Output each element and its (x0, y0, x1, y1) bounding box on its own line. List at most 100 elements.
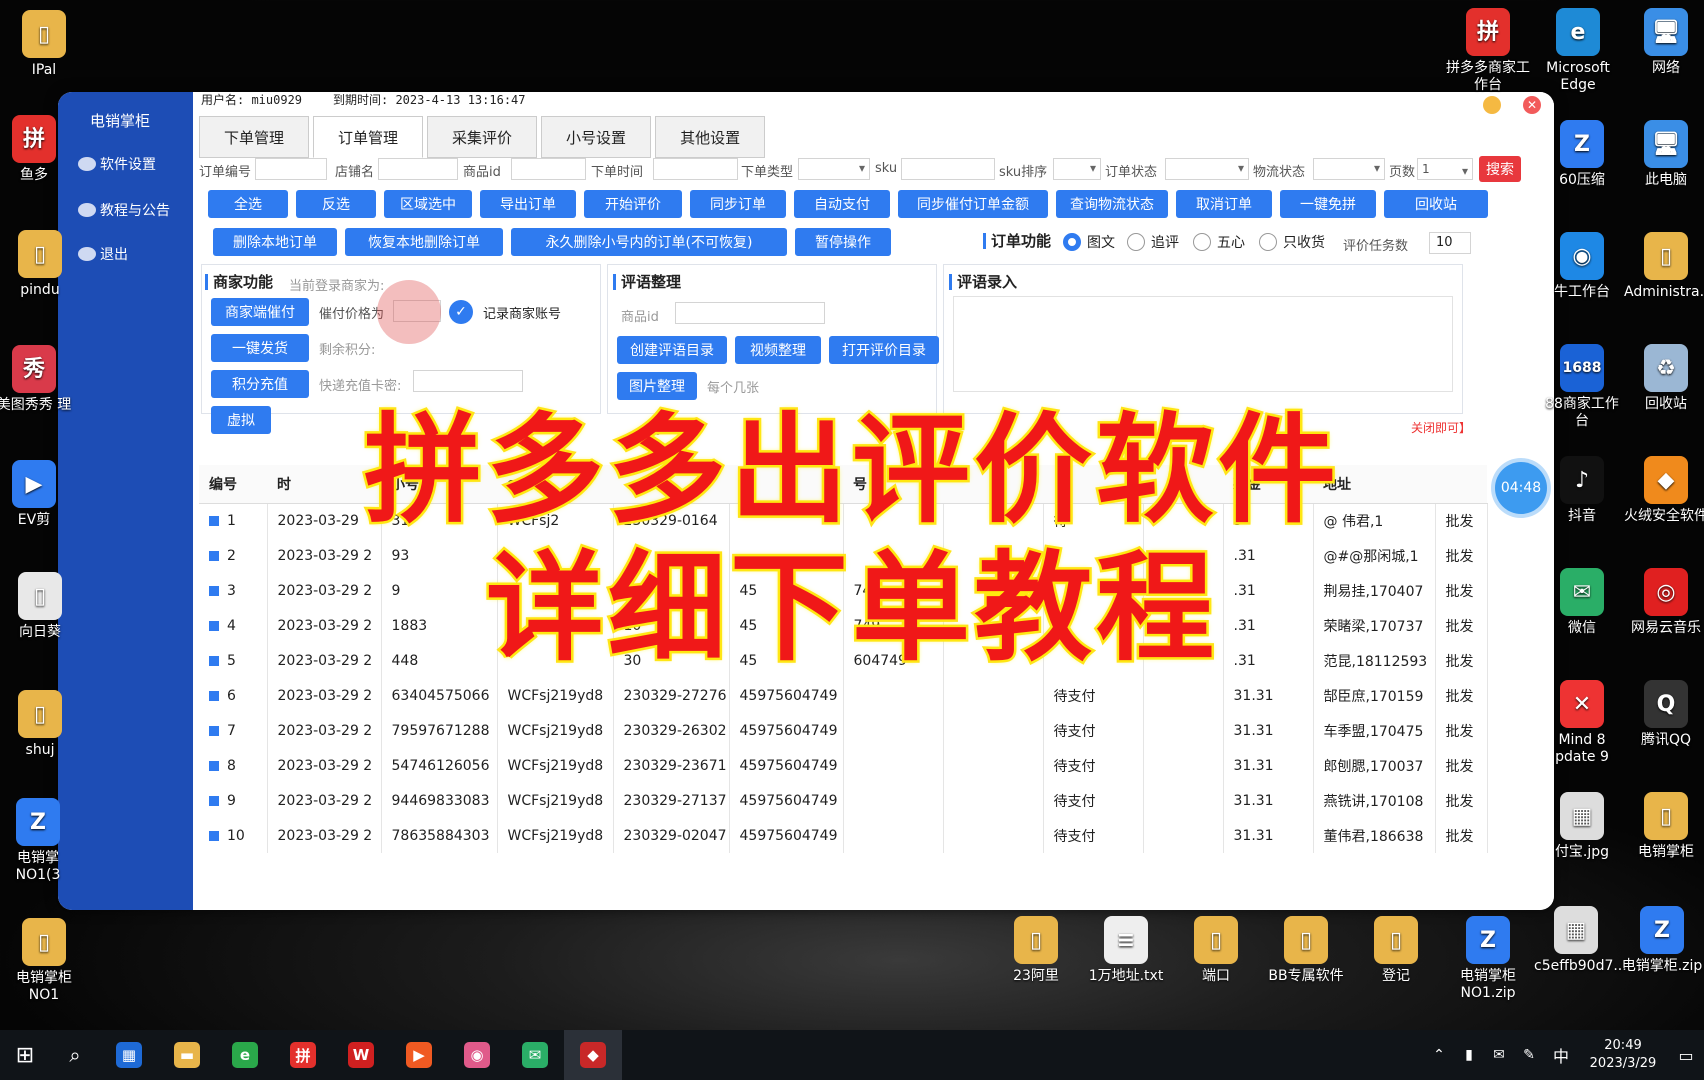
tab-other[interactable]: 其他设置 (655, 116, 766, 158)
chevron-up-icon[interactable]: ⌃ (1424, 1030, 1454, 1080)
desktop-icon[interactable]: Z 电销掌 NO1(3 (0, 798, 80, 884)
select-all-button[interactable]: 全选 (208, 190, 288, 218)
pen-icon[interactable]: ✎ (1514, 1030, 1544, 1080)
start-button[interactable]: ⊞ (0, 1030, 50, 1080)
search-icon[interactable]: ⌕ (50, 1030, 100, 1080)
desktop-icon[interactable]: ▯ Administra... (1624, 232, 1704, 301)
tab-collect-review[interactable]: 采集评价 (427, 116, 538, 158)
desktop-icon[interactable]: ✕ Mind 8 pdate 9 (1540, 680, 1624, 766)
table-row[interactable]: 7 2023-03-29 2 79597671288 WCFsj219yd8 23032… (199, 713, 1488, 748)
desktop-icon[interactable]: ▦ c5effb90d7... (1534, 906, 1627, 975)
desktop-icon[interactable]: ▯ shuj (0, 690, 82, 759)
desktop-icon[interactable]: ▯ pindu (0, 230, 82, 299)
one-click-ship-button[interactable]: 一键发货 (211, 334, 309, 362)
taskbar-app-wechat[interactable]: ✉ (506, 1030, 564, 1080)
row-checkbox[interactable] (209, 795, 219, 806)
desktop-icon[interactable]: 1688 88商家工作台 (1540, 344, 1624, 430)
wechat-tray-icon[interactable]: ✉ (1484, 1030, 1514, 1080)
table-row[interactable]: 9 2023-03-29 2 94469833083 WCFsj219yd8 23032… (199, 783, 1488, 818)
desktop-icon[interactable]: Z 电销掌柜.zip (1620, 906, 1704, 975)
pages-select[interactable]: 1 (1417, 158, 1473, 181)
pause-button[interactable]: 暂停操作 (795, 228, 891, 256)
permanent-delete-button[interactable]: 永久删除小号内的订单(不可恢复) (511, 228, 787, 256)
desktop-icon[interactable]: ♪ 抖音 (1540, 456, 1624, 525)
merchant-urge-button[interactable]: 商家端催付 (211, 298, 309, 326)
radio-image-text[interactable]: 图文 (1063, 232, 1115, 252)
order-status-select[interactable] (1165, 158, 1249, 180)
order-type-select[interactable] (798, 158, 870, 180)
check-icon[interactable]: ✓ (449, 300, 473, 324)
taskbar-app-wps[interactable]: W (332, 1030, 390, 1080)
desktop-icon[interactable]: Z 电销掌柜 NO1.zip (1446, 916, 1530, 1002)
desktop-icon[interactable]: ◆ 火绒安全软件 (1624, 456, 1704, 525)
desktop-icon[interactable]: Q 腾讯QQ (1624, 680, 1704, 749)
image-organize-button[interactable]: 图片整理 (617, 372, 697, 400)
express-card-input[interactable] (413, 370, 523, 392)
sku-sort-select[interactable] (1053, 158, 1101, 180)
desktop-icon[interactable]: ✉ 微信 (1540, 568, 1624, 637)
desktop-icon[interactable]: ▦ 付宝.jpg (1540, 792, 1624, 861)
taskbar-app-file-explorer[interactable]: ▬ (158, 1030, 216, 1080)
video-organize-button[interactable]: 视频整理 (735, 336, 821, 364)
desktop-icon[interactable]: ♻ 回收站 (1624, 344, 1704, 413)
taskbar-app-calculator[interactable]: ▦ (100, 1030, 158, 1080)
sync-amount-button[interactable]: 同步催付订单金额 (898, 190, 1048, 218)
desktop-icon[interactable]: ▯ 电销掌柜 (1624, 792, 1704, 861)
desktop-icon[interactable]: ▯ BB专属软件 (1264, 916, 1348, 985)
mic-icon[interactable]: ▮ (1454, 1030, 1484, 1080)
taskbar-app-browser[interactable]: e (216, 1030, 274, 1080)
taskbar-app-meitu[interactable]: ◉ (448, 1030, 506, 1080)
auto-pay-button[interactable]: 自动支付 (794, 190, 890, 218)
query-logistics-button[interactable]: 查询物流状态 (1056, 190, 1168, 218)
shop-input[interactable] (378, 158, 458, 180)
row-checkbox[interactable] (209, 760, 219, 771)
delete-local-button[interactable]: 删除本地订单 (213, 228, 337, 256)
row-checkbox[interactable] (209, 830, 219, 841)
sync-orders-button[interactable]: 同步订单 (690, 190, 786, 218)
close-button[interactable]: ✕ (1523, 96, 1541, 114)
desktop-icon[interactable]: ▯ 23阿里 (994, 916, 1078, 985)
row-checkbox[interactable] (209, 690, 219, 701)
goods-id-input[interactable] (511, 158, 586, 180)
order-time-input[interactable] (653, 158, 738, 180)
tab-order-manage[interactable]: 订单管理 (313, 116, 424, 158)
desktop-icon[interactable]: 🖥 此电脑 (1624, 120, 1704, 189)
task-count-input[interactable]: 10 (1429, 232, 1471, 254)
clock[interactable]: 20:49 2023/3/29 (1578, 1037, 1668, 1073)
desktop-icon[interactable]: 🖥 网络 (1624, 8, 1704, 77)
invert-select-button[interactable]: 反选 (296, 190, 376, 218)
review-goods-id-input[interactable] (675, 302, 825, 324)
sidebar-item-logout[interactable]: 退出 (78, 244, 128, 264)
desktop-icon[interactable]: Z 60压缩 (1540, 120, 1624, 189)
table-row[interactable]: 8 2023-03-29 2 54746126056 WCFsj219yd8 23032… (199, 748, 1488, 783)
tab-sub-account[interactable]: 小号设置 (541, 116, 652, 158)
notification-icon[interactable]: ▭ (1668, 1030, 1704, 1080)
taskbar-app-pdd[interactable]: 拼 (274, 1030, 332, 1080)
desktop-icon[interactable]: ▯ 电销掌柜NO1 (2, 918, 86, 1004)
sku-input[interactable] (901, 158, 995, 180)
radio-follow-review[interactable]: 追评 (1127, 232, 1179, 252)
desktop-icon[interactable]: ≡ 1万地址.txt (1084, 916, 1168, 985)
minimize-button[interactable] (1483, 96, 1501, 114)
table-row[interactable]: 10 2023-03-29 2 78635884303 WCFsj219yd8 2303… (199, 818, 1488, 853)
desktop-icon[interactable]: ▯ 向日葵 (0, 572, 82, 641)
desktop-icon[interactable]: ▯ 登记 (1354, 916, 1438, 985)
order-no-input[interactable] (255, 158, 327, 180)
radio-five-star[interactable]: 五心 (1193, 232, 1245, 252)
desktop-icon[interactable]: 拼鱼多 (0, 115, 76, 184)
open-review-dir-button[interactable]: 打开评价目录 (829, 336, 939, 364)
radio-receive-only[interactable]: 只收货 (1259, 232, 1325, 252)
desktop-icon[interactable]: ▯ 端口 (1174, 916, 1258, 985)
start-review-button[interactable]: 开始评价 (584, 190, 682, 218)
desktop-icon[interactable]: ▶ EV剪 (0, 460, 76, 529)
desktop-icon[interactable]: ▯ IPal (2, 10, 86, 79)
desktop-icon[interactable]: 秀美图秀秀 理 (0, 345, 76, 414)
desktop-icon[interactable]: e Microsoft Edge (1536, 8, 1620, 94)
search-button[interactable]: 搜索 (1479, 156, 1521, 182)
desktop-icon[interactable]: ◎ 网易云音乐 (1624, 568, 1704, 637)
review-entry-textarea[interactable] (953, 296, 1453, 392)
free-group-button[interactable]: 一键免拼 (1280, 190, 1376, 218)
range-select-button[interactable]: 区域选中 (384, 190, 472, 218)
row-checkbox[interactable] (209, 725, 219, 736)
taskbar-app-dianxiao[interactable]: ◆ (564, 1030, 622, 1080)
